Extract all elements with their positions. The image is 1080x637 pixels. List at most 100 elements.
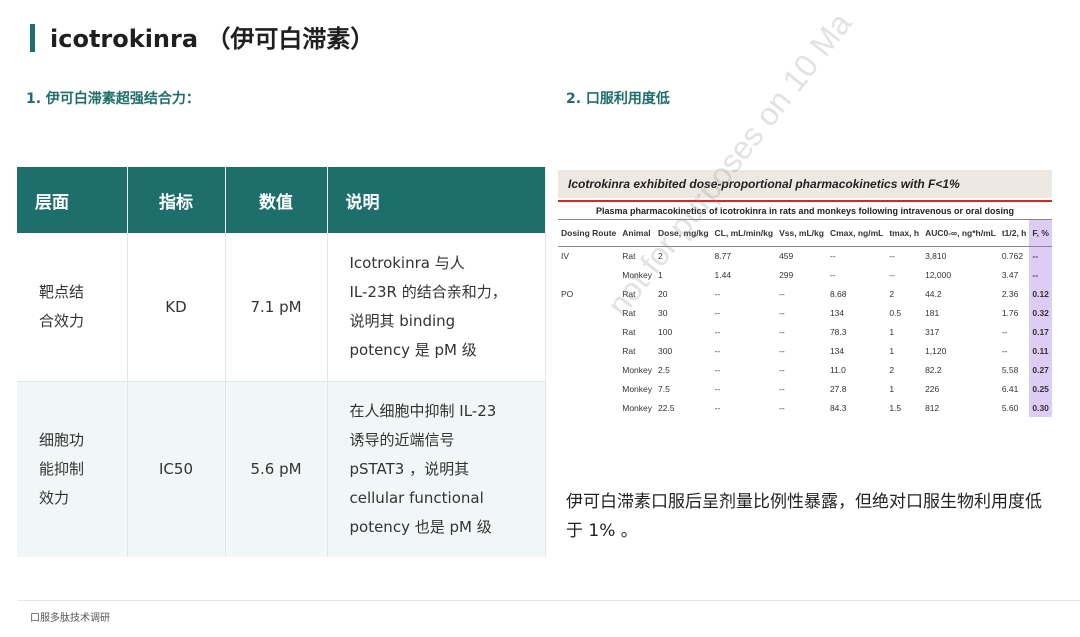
pk-cell: 0.17	[1029, 322, 1052, 341]
pk-figure-subheading: Plasma pharmacokinetics of icotrokinra i…	[558, 202, 1052, 220]
pk-cell: 30	[658, 307, 668, 318]
cell-value: 5.6 pM	[225, 381, 328, 557]
pk-cell: 0.5	[889, 307, 902, 318]
pk-cell: 1	[889, 326, 895, 337]
title-accent-bar	[30, 24, 35, 52]
pk-cell: 7.5	[658, 383, 670, 394]
table-row: 细胞功 能抑制 效力 IC50 5.6 pM 在人细胞中抑制 IL-23 诱导的…	[17, 381, 546, 557]
pk-figure-heading: Icotrokinra exhibited dose-proportional …	[558, 170, 1052, 198]
pk-cell: --	[714, 345, 721, 356]
pk-col-header: t1/2, h	[998, 220, 1030, 247]
pk-cell: Rat	[622, 345, 636, 356]
potency-table: 层面 指标 数值 说明 靶点结 合效力 KD 7.1 pM Icotrokinr…	[17, 167, 546, 557]
pk-cell: --	[889, 250, 895, 261]
summary-text: 伊可白滞素口服后呈剂量比例性暴露，但绝对口服生物利用度低于 1% 。	[566, 492, 1042, 541]
pk-cell: --	[779, 326, 785, 337]
pk-cell: Monkey	[622, 383, 652, 394]
cell-level: 细胞功 能抑制 效力	[17, 381, 128, 557]
cell-description: Icotrokinra 与人 IL-23R 的结合亲和力， 说明其 bindin…	[327, 233, 546, 382]
pk-cell: Monkey	[622, 364, 652, 375]
pk-cell: 134	[829, 345, 845, 356]
pk-cell: --	[714, 326, 721, 337]
pk-cell: 22.5	[658, 402, 675, 413]
header-value: 数值	[225, 167, 328, 233]
header-description: 说明	[327, 167, 546, 233]
pk-cell: 11.0	[829, 364, 846, 375]
pk-table-row: Monkey 7.5 -- -- 27.8 1 226 6.41 0.25	[558, 379, 1052, 398]
pk-cell: 8.77	[714, 250, 732, 261]
footer-divider	[18, 600, 1080, 601]
pk-cell: 300	[658, 345, 673, 356]
pk-cell: 0.27	[1029, 360, 1052, 379]
pk-cell: --	[1029, 246, 1052, 265]
pk-cell	[558, 379, 619, 398]
pk-cell: 0.762	[1001, 250, 1024, 261]
pk-cell: --	[714, 383, 721, 394]
pk-cell	[558, 265, 619, 284]
pk-cell: --	[829, 250, 836, 261]
pk-cell: 1,120	[925, 345, 947, 356]
pk-table-row: Monkey 22.5 -- -- 84.3 1.5 812 5.60 0.30	[558, 398, 1052, 417]
pk-cell: --	[779, 288, 785, 299]
pk-cell: 299	[779, 269, 794, 280]
pk-cell: 226	[925, 383, 940, 394]
pk-col-header: F, %	[1029, 220, 1052, 247]
pk-cell: --	[779, 364, 785, 375]
pk-cell: 1	[889, 383, 895, 394]
pk-cell: 6.41	[1001, 383, 1019, 394]
pk-table-row: Rat 300 -- -- 134 1 1,120 -- 0.11	[558, 341, 1052, 360]
pk-cell: 2	[889, 288, 895, 299]
pk-cell: 1.5	[889, 402, 902, 413]
pk-cell: --	[1001, 326, 1008, 337]
pk-cell: IV	[561, 250, 570, 261]
pk-cell: 5.60	[1001, 402, 1019, 413]
pk-cell: Rat	[622, 326, 636, 337]
pk-cell: --	[714, 402, 721, 413]
pk-cell: 0.12	[1029, 284, 1052, 303]
pk-cell: 12,000	[925, 269, 952, 280]
pk-cell: 3,810	[925, 250, 947, 261]
pk-cell: 2	[889, 364, 895, 375]
header-metric: 指标	[127, 167, 226, 233]
pk-cell: 3.47	[1001, 269, 1019, 280]
pk-cell: --	[714, 364, 721, 375]
pk-cell: --	[779, 345, 785, 356]
pk-cell: --	[779, 307, 785, 318]
page-title: icotrokinra （伊可白滞素）	[50, 25, 375, 53]
section-title-binding: 1. 伊可白滞素超强结合力：	[26, 91, 200, 107]
pk-cell: 27.8	[829, 383, 847, 394]
pk-cell: --	[714, 288, 721, 299]
pk-cell: 0.25	[1029, 379, 1052, 398]
cell-metric: KD	[127, 233, 226, 382]
pk-cell	[558, 398, 619, 417]
pk-cell: 1.44	[714, 269, 732, 280]
pk-cell: --	[714, 307, 721, 318]
pk-cell	[558, 341, 619, 360]
pk-cell: 5.58	[1001, 364, 1019, 375]
pk-col-header: Vss, mL/kg	[776, 220, 827, 247]
pk-cell: --	[779, 402, 785, 413]
pk-cell: 44.2	[925, 288, 942, 299]
pk-cell: 812	[925, 402, 940, 413]
pk-cell: 0.32	[1029, 303, 1052, 322]
pk-cell: 100	[658, 326, 673, 337]
pk-table-row: Monkey 2.5 -- -- 11.0 2 82.2 5.58 0.27	[558, 360, 1052, 379]
pk-cell: 2.5	[658, 364, 670, 375]
pk-cell: 1.76	[1001, 307, 1019, 318]
pk-cell: 0.11	[1029, 341, 1052, 360]
section-title-bioavailability: 2. 口服利用度低	[566, 91, 670, 107]
pk-cell: 317	[925, 326, 940, 337]
pk-cell	[558, 322, 619, 341]
pk-cell: 459	[779, 250, 794, 261]
pk-cell: --	[1029, 265, 1052, 284]
pk-cell: --	[889, 269, 895, 280]
pk-cell: 2.36	[1001, 288, 1019, 299]
pk-cell: 134	[829, 307, 845, 318]
pk-col-header: CL, mL/min/kg	[711, 220, 777, 247]
pk-cell: 1	[889, 345, 895, 356]
pk-cell: 20	[658, 288, 668, 299]
pk-col-header: AUC0-∞, ng*h/mL	[922, 220, 999, 247]
pk-cell: 82.2	[925, 364, 942, 375]
pk-cell: Monkey	[622, 402, 652, 413]
pk-col-header: Cmax, ng/mL	[826, 220, 887, 247]
